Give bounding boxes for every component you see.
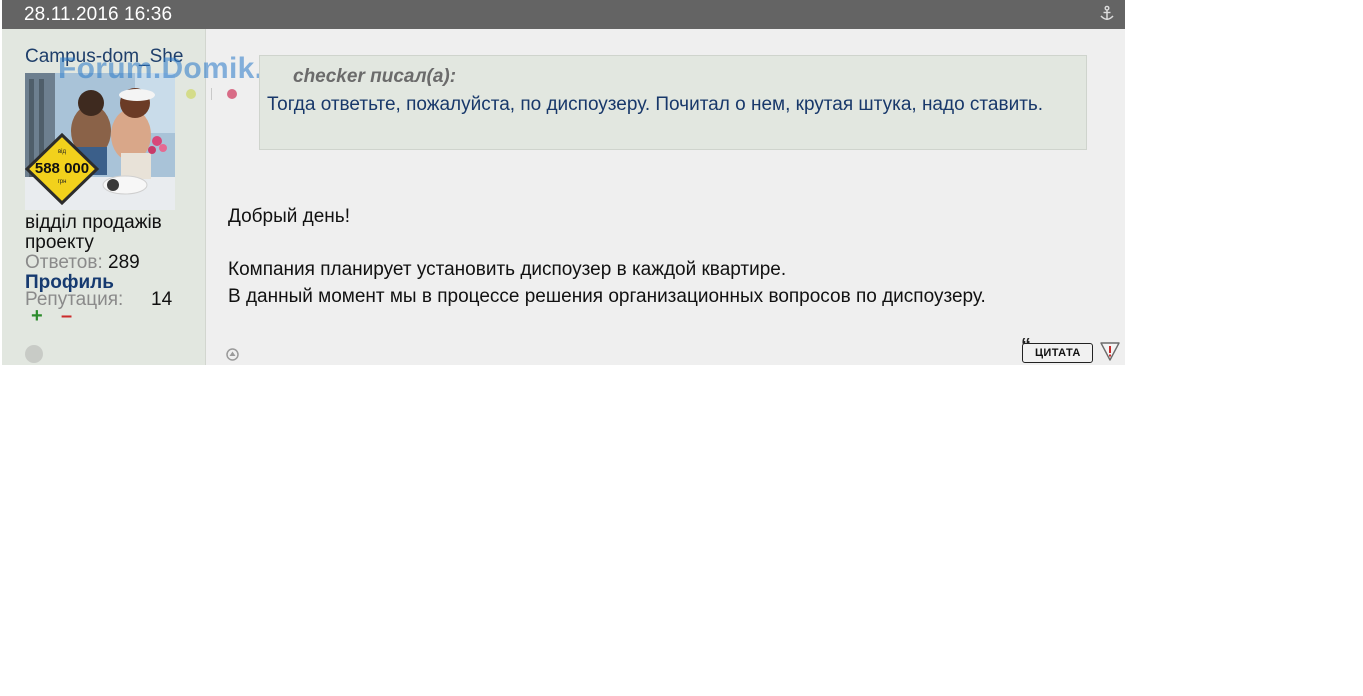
- author-title: відділ продажів проекту: [25, 212, 162, 253]
- decor-separator: [211, 88, 212, 100]
- post-body-line-1: Добрый день!: [228, 206, 350, 227]
- decor-dot-pink: [227, 89, 237, 99]
- quote-author: checker писал(а):: [293, 66, 457, 87]
- up-arrow-icon[interactable]: [226, 348, 239, 361]
- avatar-price-currency: грн: [58, 179, 67, 185]
- decor-dot-yellow: [186, 89, 196, 99]
- post-body-line-3: В данный момент мы в процессе решения ор…: [228, 286, 986, 307]
- reputation-minus-button[interactable]: –: [61, 306, 72, 326]
- answers-value: 289: [108, 252, 140, 273]
- avatar-price: 588 000: [35, 160, 89, 177]
- reputation-plus-button[interactable]: +: [31, 306, 43, 326]
- answers-label: Ответов:: [25, 252, 103, 273]
- quote-button-label: ЦИТАТА: [1035, 347, 1081, 359]
- post-header: 28.11.2016 16:36: [2, 0, 1125, 29]
- offline-status-icon: [25, 345, 43, 363]
- post-date: 28.11.2016 16:36: [24, 4, 173, 25]
- warning-icon[interactable]: [1099, 341, 1121, 361]
- reputation-stat: Репутация: 14: [25, 290, 195, 310]
- quote-text: Тогда ответьте, пожалуйста, по диспоузер…: [267, 94, 1044, 115]
- anchor-icon[interactable]: [1098, 5, 1116, 23]
- answers-stat: Ответов: 289: [25, 253, 140, 273]
- quote-mark-icon: “: [1021, 335, 1031, 357]
- avatar: від 588 000 грн: [25, 73, 175, 210]
- forum-post: 28.11.2016 16:36 Campus-dom_She від 588 …: [2, 0, 1125, 365]
- avatar-price-prefix: від: [58, 149, 67, 155]
- reputation-value: 14: [151, 289, 173, 310]
- quote-button[interactable]: “ ЦИТАТА: [1021, 336, 1093, 363]
- post-body-line-2: Компания планирует установить диспоузер …: [228, 259, 787, 280]
- quote-block: checker писал(а): Тогда ответьте, пожалу…: [259, 55, 1087, 150]
